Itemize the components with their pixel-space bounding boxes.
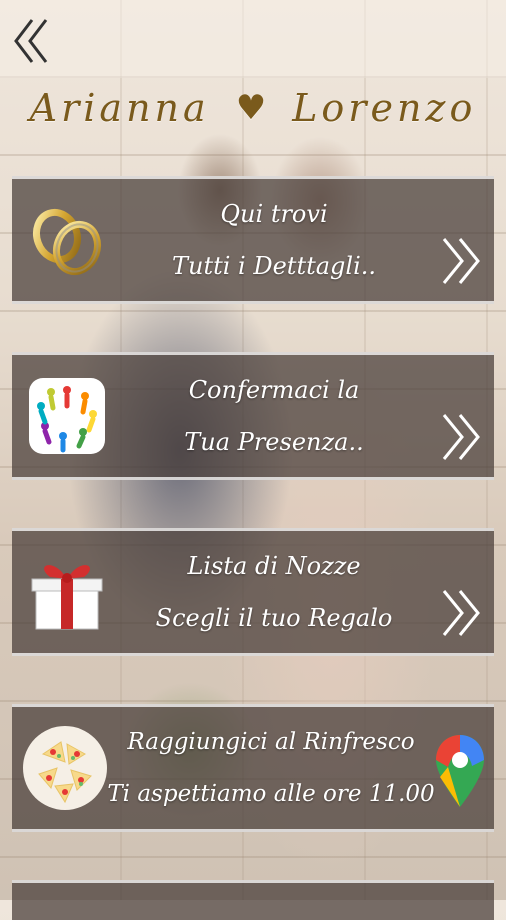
food-plate-icon [20, 723, 110, 813]
double-chevron-right-icon [442, 414, 480, 460]
couple-names-title: Arianna ♥ Lorenzo [0, 80, 506, 136]
gift-list-text: Lista di Nozze Scegli il tuo Regalo [112, 541, 436, 643]
rsvp-line-2: Tua Presenza.. [184, 428, 364, 456]
rsvp-text: Confermaci la Tua Presenza.. [112, 365, 436, 467]
next-menu-card[interactable] [12, 880, 494, 920]
people-circle-icon [26, 375, 108, 457]
gift-list-line-2: Scegli il tuo Regalo [155, 604, 393, 632]
reception-location-button[interactable]: Raggiungici al Rinfresco Ti aspettiamo a… [12, 704, 494, 832]
gift-list-button[interactable]: Lista di Nozze Scegli il tuo Regalo [12, 528, 494, 656]
top-bar [0, 0, 506, 78]
reception-line-2: Ti aspettiamo alle ore 11.00 [107, 781, 435, 807]
details-text: Qui trovi Tutti i Detttagli.. [112, 189, 436, 291]
name-left: Arianna [29, 86, 210, 130]
wedding-rings-icon [26, 199, 108, 281]
rsvp-line-1: Confermaci la [188, 376, 360, 404]
back-button[interactable] [10, 16, 54, 66]
details-line-2: Tutti i Detttagli.. [171, 252, 377, 280]
google-maps-pin-icon [436, 735, 484, 807]
double-chevron-right-icon [442, 238, 480, 284]
reception-text: Raggiungici al Rinfresco Ti aspettiamo a… [107, 717, 435, 819]
gift-box-icon [26, 551, 108, 633]
gift-list-line-1: Lista di Nozze [187, 552, 361, 580]
name-right: Lorenzo [292, 86, 477, 130]
details-button[interactable]: Qui trovi Tutti i Detttagli.. [12, 176, 494, 304]
double-chevron-left-icon [14, 19, 48, 63]
heart-icon: ♥ [235, 88, 267, 128]
double-chevron-right-icon [442, 590, 480, 636]
reception-line-1: Raggiungici al Rinfresco [127, 729, 415, 755]
rsvp-button[interactable]: Confermaci la Tua Presenza.. [12, 352, 494, 480]
details-line-1: Qui trovi [220, 200, 328, 228]
